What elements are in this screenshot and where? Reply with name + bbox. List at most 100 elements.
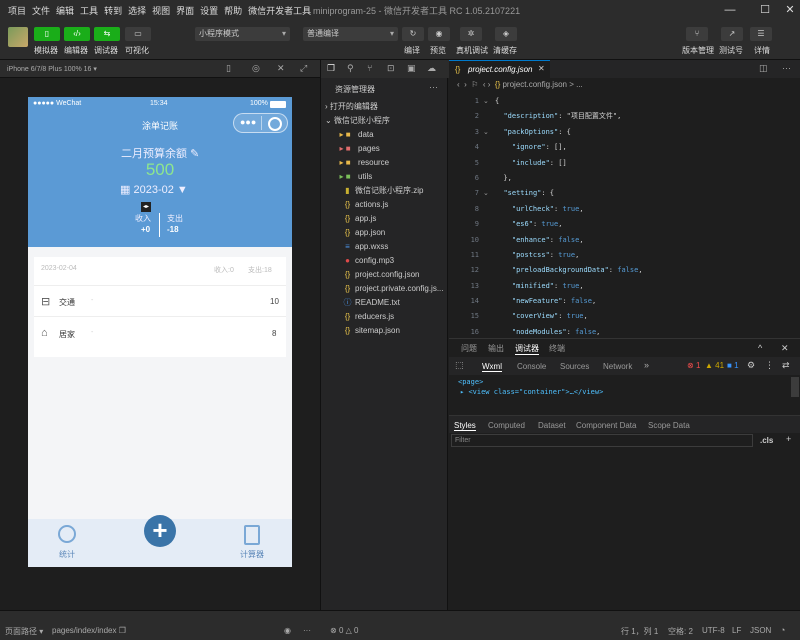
eye-icon[interactable]: ◉ [284, 626, 291, 635]
file-tree-item[interactable]: {} app.json [343, 226, 385, 240]
warning-badge[interactable]: ▲ 41 [705, 361, 724, 370]
mode-select[interactable]: 小程序模式 [195, 27, 290, 41]
menu-item[interactable]: 文件 [32, 4, 50, 17]
extensions-icon[interactable]: ▣ [407, 63, 416, 74]
page-path[interactable]: pages/index/index ❐ [52, 626, 126, 635]
breadcrumb-text[interactable]: project.config.json > ... [502, 80, 582, 89]
path-label[interactable]: 页面路径 ▾ [5, 626, 43, 637]
open-editors-section[interactable]: › 打开的编辑器 [325, 100, 378, 114]
close-tab-icon[interactable]: ✕ [538, 64, 545, 73]
file-tree-item[interactable]: {} reducers.js [343, 310, 394, 324]
pie-chart-icon[interactable] [58, 525, 76, 543]
split-editor-icon[interactable]: ◫ [759, 63, 768, 74]
devtools-tab[interactable]: Network [603, 362, 632, 371]
devtools-tab[interactable]: Sources [560, 362, 589, 371]
code-lines[interactable]: 1{2 "description": "项目配置文件", 3 "packOptio… [449, 94, 800, 340]
file-tree-item[interactable]: {} sitemap.json [343, 324, 400, 338]
notifications-icon[interactable]: ◔ [780, 625, 785, 635]
prev-icon[interactable]: ‹ [483, 80, 486, 89]
debug-icon[interactable]: ⊡ [387, 63, 395, 74]
styles-tab[interactable]: Computed [488, 421, 525, 430]
toggle-icon[interactable]: ◂▸ [141, 202, 151, 212]
expand-icon[interactable]: ⤢ [300, 63, 307, 74]
avatar[interactable] [8, 27, 28, 47]
list-item[interactable]: ⌂ 居家 - 8 [34, 321, 286, 349]
compile-icon[interactable]: ↻ [402, 27, 424, 41]
file-tree-item[interactable]: {} project.config.json [343, 268, 420, 282]
styles-tab[interactable]: Dataset [538, 421, 566, 430]
mute-icon[interactable]: ✕ [277, 63, 285, 74]
styles-tab[interactable]: Component Data [576, 421, 636, 430]
simulator-button[interactable]: ▯ [34, 27, 60, 41]
inspect-icon[interactable]: ⬚ [455, 360, 464, 371]
file-tree-item[interactable]: ● config.mp3 [343, 254, 394, 268]
info-badge[interactable]: ■ 1 [727, 361, 739, 370]
record-icon[interactable]: ◎ [252, 63, 260, 74]
file-tree-item[interactable]: ▮ 微信记账小程序.zip [343, 184, 423, 198]
file-tree-item[interactable]: {} project.private.config.js... [343, 282, 444, 296]
menu-item[interactable]: 项目 [8, 4, 26, 17]
panel-tab[interactable]: 输出 [488, 343, 504, 354]
files-icon[interactable]: ❐ [327, 63, 335, 74]
search-icon[interactable]: ⚲ [347, 63, 354, 74]
problems-indicator[interactable]: ⊗ 0 △ 0 [330, 626, 358, 635]
more-actions-icon[interactable]: ··· [429, 82, 438, 92]
maximize-button[interactable]: ☐ [755, 2, 775, 18]
tab-calculator[interactable]: 计算器 [240, 549, 264, 560]
version-icon[interactable]: ⑂ [686, 27, 708, 41]
filter-input[interactable]: Filter [451, 434, 753, 447]
minimize-button[interactable]: — [720, 2, 740, 18]
menu-item[interactable]: 微信开发者工具 [248, 4, 311, 17]
next-icon[interactable]: › [488, 80, 491, 89]
indentation[interactable]: 空格: 2 [668, 626, 693, 637]
settings-icon[interactable]: ⚙ [747, 360, 755, 371]
scrollbar[interactable] [791, 377, 799, 397]
dom-node-page[interactable]: <page> [458, 378, 483, 386]
menu-item[interactable]: 设置 [200, 4, 218, 17]
compile-select[interactable]: 普通编译 [303, 27, 398, 41]
forward-icon[interactable]: › [464, 80, 467, 89]
visual-button[interactable]: ▭ [125, 27, 151, 41]
cursor-position[interactable]: 行 1，列 1 [621, 626, 658, 637]
file-tree-item[interactable]: {} app.js [343, 212, 377, 226]
menu-item[interactable]: 工具 [80, 4, 98, 17]
menu-item[interactable]: 视图 [152, 4, 170, 17]
month-picker[interactable]: ▦ 2023-02 ▼ [120, 183, 188, 196]
source-control-icon[interactable]: ⑂ [367, 63, 372, 73]
close-panel-icon[interactable]: ✕ [781, 343, 789, 354]
cls-button[interactable]: .cls [760, 436, 773, 445]
menu-item[interactable]: 选择 [128, 4, 146, 17]
project-section[interactable]: ⌄ 微信记账小程序 [325, 114, 390, 128]
details-icon[interactable]: ☰ [750, 27, 772, 41]
file-tree-item[interactable]: ≡ app.wxss [343, 240, 388, 254]
clear-cache-icon[interactable]: ◈ [495, 27, 517, 41]
more-icon[interactable]: ··· [782, 63, 791, 73]
bookmark-icon[interactable]: ⚐ [471, 80, 478, 89]
styles-tab[interactable]: Styles [454, 421, 476, 431]
close-mini-icon[interactable] [268, 117, 282, 131]
dom-node-view[interactable]: ▸ <view class="container">…</view> [460, 388, 603, 396]
more-options-icon[interactable]: ⋮ [765, 360, 774, 371]
menu-item[interactable]: 转到 [104, 4, 122, 17]
device-select[interactable]: iPhone 6/7/8 Plus 100% 16 ▾ [7, 65, 97, 73]
debugger-button[interactable]: ⇆ [94, 27, 120, 41]
more-icon[interactable]: ··· [303, 626, 311, 635]
file-tree-item[interactable]: ⓘ README.txt [343, 296, 400, 310]
file-tree-item[interactable]: ▸ ■ data [335, 128, 373, 142]
encoding[interactable]: UTF-8 [702, 626, 725, 635]
file-tree-item[interactable]: ▸ ■ resource [335, 156, 389, 170]
edit-icon[interactable]: ✎ [190, 148, 199, 160]
file-tree-item[interactable]: ▸ ■ utils [335, 170, 372, 184]
dock-icon[interactable]: ⇄ [782, 360, 790, 371]
devtools-tab[interactable]: Console [517, 362, 546, 371]
line-ending[interactable]: LF [732, 626, 741, 635]
calculator-icon[interactable] [244, 525, 260, 545]
error-badge[interactable]: ⊗ 1 [687, 361, 700, 370]
file-tree-item[interactable]: ▸ ■ pages [335, 142, 379, 156]
capsule-menu[interactable]: ●●● [233, 113, 288, 133]
test-account-icon[interactable]: ↗ [721, 27, 743, 41]
panel-tab[interactable]: 调试器 [515, 343, 539, 355]
add-style-icon[interactable]: + [786, 434, 791, 444]
file-tree-item[interactable]: {} actions.js [343, 198, 389, 212]
styles-tab[interactable]: Scope Data [648, 421, 690, 430]
